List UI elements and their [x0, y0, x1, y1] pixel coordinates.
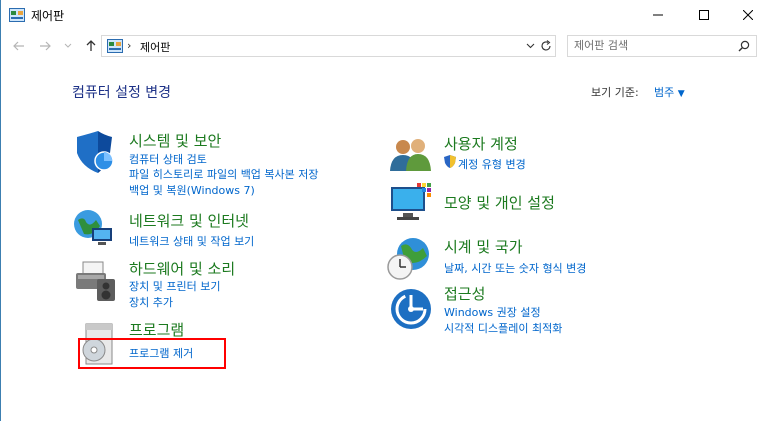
- address-box[interactable]: › 제어판: [101, 35, 556, 57]
- highlight-box: [78, 338, 226, 369]
- shield-icon[interactable]: [74, 131, 114, 173]
- refresh-icon[interactable]: [540, 40, 552, 52]
- category-system-security[interactable]: 시스템 및 보안: [129, 130, 221, 151]
- view-by-label: 보기 기준:: [591, 86, 639, 99]
- maximize-icon: [699, 10, 709, 20]
- ease-of-access-icon[interactable]: [389, 287, 433, 331]
- uac-shield-icon: [444, 155, 456, 168]
- category-network-internet[interactable]: 네트워크 및 인터넷: [129, 210, 249, 231]
- arrow-up-icon: [86, 40, 96, 51]
- link-devices-printers[interactable]: 장치 및 프린터 보기: [129, 278, 220, 294]
- category-hardware-sound[interactable]: 하드웨어 및 소리: [129, 258, 235, 279]
- link-review-computer-status[interactable]: 컴퓨터 상태 검토: [129, 151, 207, 167]
- link-add-device[interactable]: 장치 추가: [129, 294, 173, 310]
- navigation-bar: › 제어판: [1, 33, 764, 59]
- category-clock-region[interactable]: 시계 및 국가: [444, 236, 523, 257]
- recent-locations-button[interactable]: [63, 37, 73, 55]
- link-network-status[interactable]: 네트워크 상태 및 작업 보기: [129, 233, 254, 249]
- category-appearance[interactable]: 모양 및 개인 설정: [444, 192, 555, 213]
- users-icon[interactable]: [387, 137, 433, 173]
- breadcrumb-separator[interactable]: ›: [127, 39, 131, 52]
- caret-down-icon[interactable]: ▼: [678, 89, 685, 99]
- close-button[interactable]: [725, 0, 764, 30]
- printer-icon[interactable]: [73, 259, 117, 303]
- view-by-value[interactable]: 범주: [654, 86, 674, 99]
- network-icon[interactable]: [72, 206, 116, 250]
- minimize-icon: [653, 14, 663, 16]
- control-panel-icon: [9, 8, 25, 22]
- chevron-down-icon: [64, 43, 72, 48]
- link-date-time-format[interactable]: 날짜, 시간 또는 숫자 형식 변경: [444, 260, 586, 276]
- window-title: 제어판: [31, 9, 65, 23]
- link-backup-restore[interactable]: 백업 및 복원(Windows 7): [129, 182, 255, 198]
- search-icon[interactable]: [738, 40, 750, 52]
- title-bar: 제어판: [1, 0, 764, 30]
- view-by-dropdown[interactable]: 범주 ▼: [654, 84, 685, 100]
- link-file-history-backup[interactable]: 파일 히스토리로 파일의 백업 복사본 저장: [129, 166, 319, 182]
- close-icon: [743, 10, 753, 20]
- monitor-icon[interactable]: [389, 181, 433, 223]
- category-user-accounts[interactable]: 사용자 계정: [444, 133, 518, 154]
- breadcrumb[interactable]: 제어판: [140, 39, 170, 55]
- link-optimize-display[interactable]: 시각적 디스플레이 최적화: [444, 320, 562, 336]
- chevron-down-icon[interactable]: [526, 43, 535, 49]
- link-change-account-type[interactable]: 계정 유형 변경: [458, 156, 526, 172]
- up-button[interactable]: [83, 37, 99, 55]
- forward-button[interactable]: [37, 37, 53, 55]
- minimize-button[interactable]: [635, 0, 681, 30]
- category-ease-of-access[interactable]: 접근성: [444, 283, 485, 304]
- link-recommended-settings[interactable]: Windows 권장 설정: [444, 304, 541, 320]
- category-programs[interactable]: 프로그램: [129, 319, 184, 340]
- arrow-left-icon: [13, 41, 24, 51]
- control-panel-icon: [107, 39, 123, 53]
- back-button[interactable]: [11, 37, 27, 55]
- page-title: 컴퓨터 설정 변경: [72, 85, 172, 101]
- search-box[interactable]: [567, 35, 757, 57]
- search-input[interactable]: [574, 39, 724, 52]
- clock-globe-icon[interactable]: [387, 236, 433, 282]
- arrow-right-icon: [40, 41, 51, 51]
- maximize-button[interactable]: [681, 0, 727, 30]
